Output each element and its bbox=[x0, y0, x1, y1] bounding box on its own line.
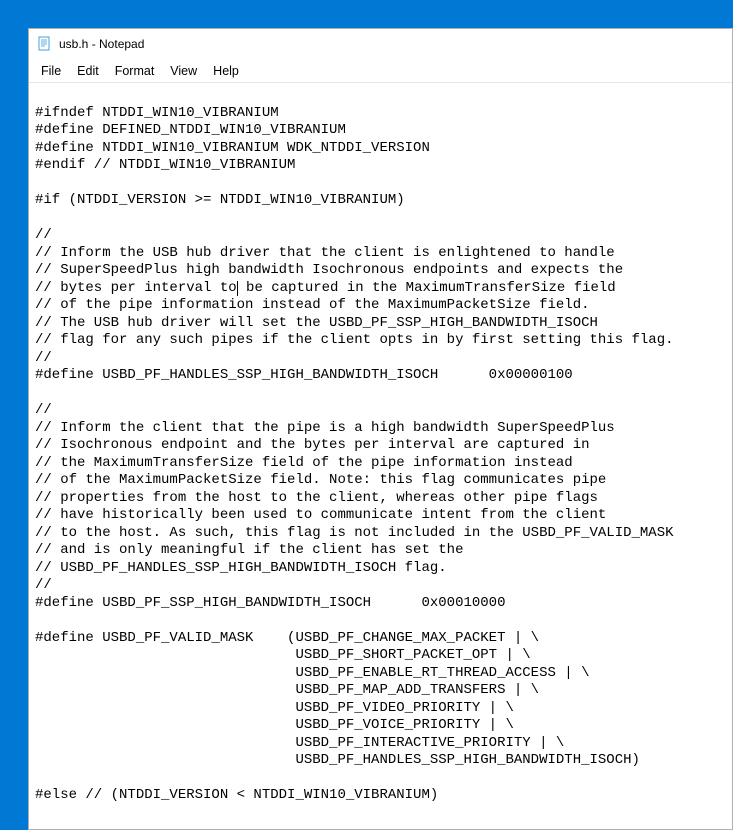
menu-file[interactable]: File bbox=[33, 62, 69, 80]
titlebar[interactable]: usb.h - Notepad bbox=[29, 29, 732, 59]
notepad-window: usb.h - Notepad File Edit Format View He… bbox=[28, 28, 733, 830]
text-cursor bbox=[237, 281, 238, 296]
menu-help[interactable]: Help bbox=[205, 62, 247, 80]
text-editor[interactable]: #ifndef NTDDI_WIN10_VIBRANIUM #define DE… bbox=[29, 83, 732, 829]
window-title: usb.h - Notepad bbox=[59, 37, 144, 51]
menu-format[interactable]: Format bbox=[107, 62, 163, 80]
menubar: File Edit Format View Help bbox=[29, 59, 732, 83]
menu-edit[interactable]: Edit bbox=[69, 62, 107, 80]
text-before-cursor: #ifndef NTDDI_WIN10_VIBRANIUM #define DE… bbox=[35, 105, 623, 296]
notepad-icon bbox=[37, 36, 53, 52]
menu-view[interactable]: View bbox=[162, 62, 205, 80]
text-after-cursor: be captured in the MaximumTransferSize f… bbox=[35, 280, 674, 804]
